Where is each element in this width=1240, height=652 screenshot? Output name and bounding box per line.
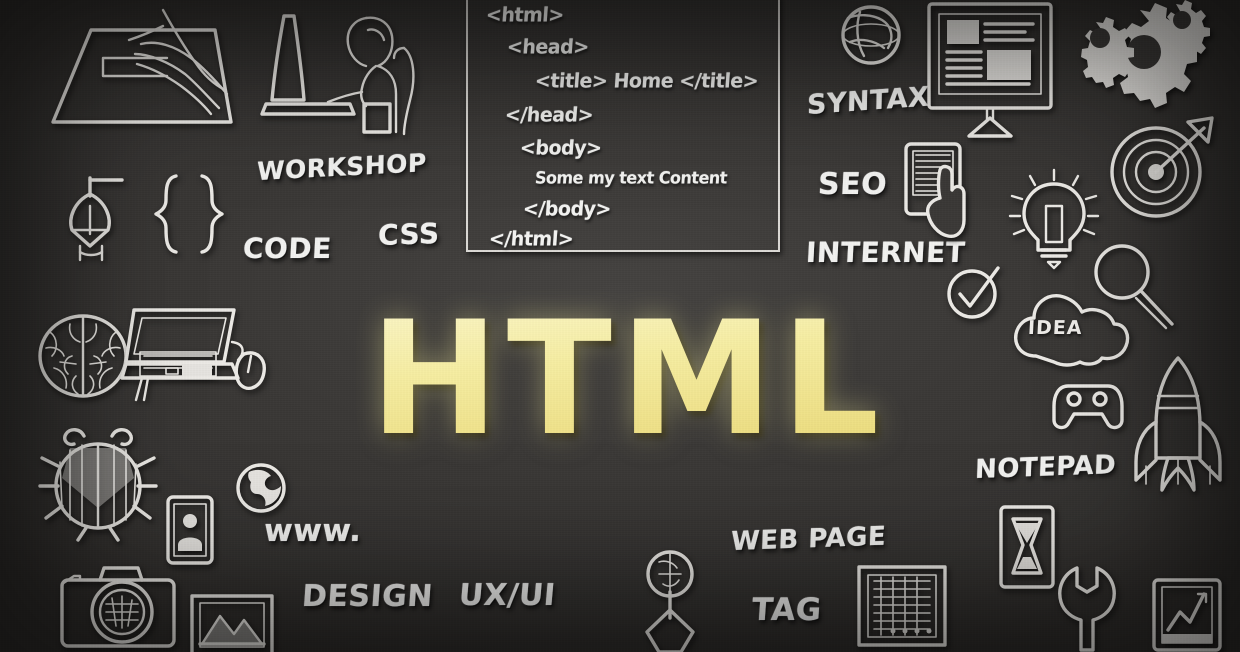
word-syntax: SYNTAX [806, 81, 930, 122]
curly-braces-icon [152, 172, 226, 256]
gears-icon [1078, 0, 1210, 108]
game-controller-icon [1050, 382, 1126, 430]
code-line-4: <body> [519, 136, 603, 160]
check-circle-icon [944, 264, 1004, 322]
bug-icon [40, 428, 158, 540]
word-css: CSS [377, 216, 440, 253]
chalkboard-canvas: <html> <head> <title> Home </title> </he… [0, 0, 1240, 652]
map-pin-icon [637, 548, 703, 652]
hand-tablet-icon [902, 142, 968, 240]
code-line-7: </html> [488, 227, 575, 251]
code-line-2: <title> Home </title> [534, 69, 759, 93]
code-line-5: Some my text Content [534, 167, 728, 188]
laptop-mouse-icon [120, 306, 266, 404]
code-line-1: <head> [506, 35, 590, 59]
text-document-icon [855, 565, 949, 649]
word-www: www. [263, 513, 363, 549]
word-internet: INTERNET [805, 236, 967, 269]
lightbulb-icon [1008, 168, 1100, 268]
word-design: DESIGN [300, 579, 435, 614]
word-seo: SEO [817, 167, 889, 202]
brain-icon [36, 312, 130, 400]
code-line-3: </head> [504, 103, 594, 127]
wrench-icon [1057, 566, 1119, 652]
page-title: HTML [370, 288, 888, 471]
target-dart-icon [1108, 116, 1218, 222]
image-frame-icon [190, 594, 274, 652]
idea-bubble-label: IDEA [1027, 317, 1084, 339]
globe-small-icon [235, 462, 287, 514]
globe-sphere-icon [838, 4, 904, 66]
chart-document-icon [1150, 578, 1226, 652]
word-code: CODE [242, 232, 333, 265]
smartphone-icon [166, 495, 216, 567]
word-tag: TAG [750, 592, 823, 628]
camera-icon [60, 564, 180, 652]
word-workshop: WORKSHOP [256, 148, 427, 187]
word-notepad: NOTEPAD [974, 450, 1117, 486]
word-web-page: WEB PAGE [730, 521, 887, 558]
hand-writing-tablet-icon [45, 10, 240, 140]
word-ux-ui: UX/UI [457, 578, 558, 613]
hourglass-icon [997, 505, 1057, 589]
code-line-6: </body> [522, 197, 612, 221]
rocket-icon [1128, 356, 1228, 492]
person-at-desk-icon [258, 8, 418, 136]
pen-nib-icon [62, 172, 134, 262]
code-line-0: <html> [485, 3, 565, 27]
desktop-monitor-icon [925, 2, 1055, 140]
